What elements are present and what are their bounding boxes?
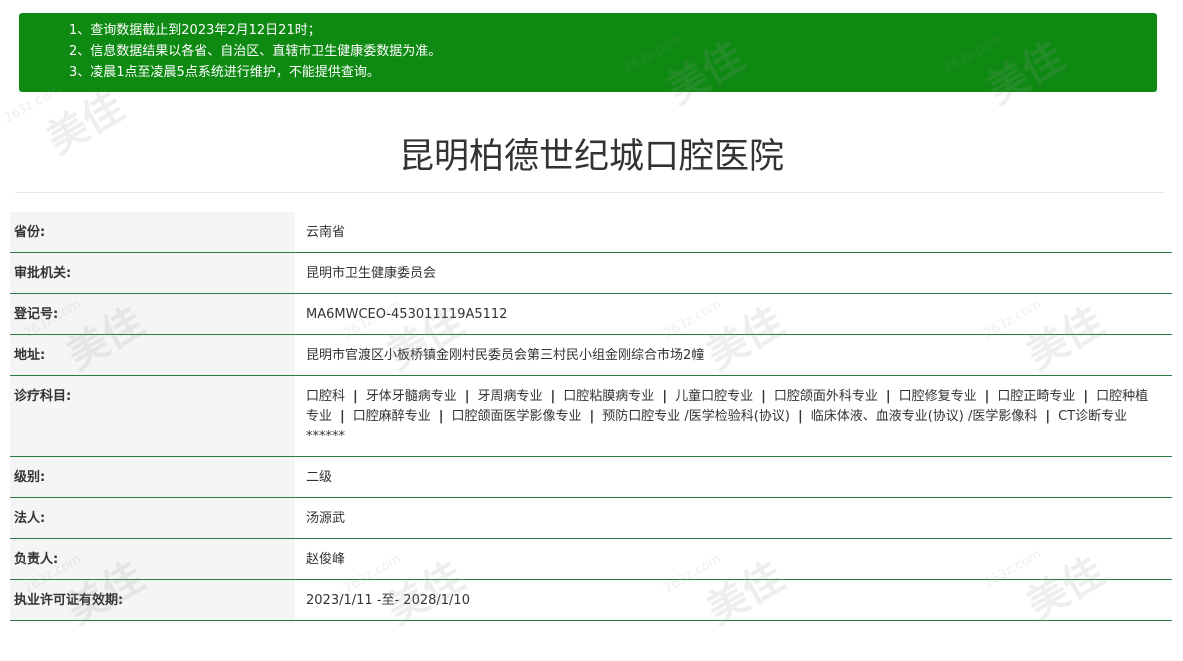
detail-value: 云南省 <box>295 212 1172 252</box>
row-registration-number: 登记号: MA6MWCEO-453011119A5112 <box>10 294 1172 335</box>
subject-separator: | <box>464 389 470 404</box>
details-table: 省份: 云南省 审批机关: 昆明市卫生健康委员会 登记号: MA6MWCEO-4… <box>10 212 1172 621</box>
subject-separator: | <box>1083 389 1089 404</box>
subject-separator: | <box>438 409 444 424</box>
detail-value: 2023/1/11 -至- 2028/1/10 <box>295 580 1172 620</box>
notice-line: 2、信息数据结果以各省、自治区、直辖市卫生健康委数据为准。 <box>69 44 442 59</box>
subject-item: 口腔修复专业 <box>898 389 977 404</box>
subject-separator: | <box>885 389 891 404</box>
detail-label: 地址: <box>10 335 295 375</box>
detail-value: 二级 <box>295 457 1172 497</box>
subject-item: 儿童口腔专业 <box>675 389 754 404</box>
detail-label: 执业许可证有效期: <box>10 580 295 620</box>
subject-item: 口腔麻醉专业 <box>352 409 431 424</box>
row-license-validity: 执业许可证有效期: 2023/1/11 -至- 2028/1/10 <box>10 580 1172 621</box>
subject-separator: | <box>353 389 358 404</box>
subject-item: 临床体液、血液专业(协议) /医学影像科 <box>810 409 1038 424</box>
subject-item: 牙体牙髓病专业 <box>365 389 457 404</box>
subjects-value: 口腔科 | 牙体牙髓病专业 | 牙周病专业 | 口腔粘膜病专业 | 儿童口腔专业 | 口腔颌面外科专… <box>295 376 1172 456</box>
subject-item: 口腔颌面外科专业 <box>773 389 878 404</box>
subject-separator: | <box>550 389 556 404</box>
subject-item: 口腔正畸专业 <box>997 389 1076 404</box>
detail-label: 法人: <box>10 498 295 538</box>
page-title: 昆明柏德世纪城口腔医院 <box>398 137 784 177</box>
row-level: 级别: 二级 <box>10 457 1172 498</box>
subject-separator: | <box>589 409 595 424</box>
subject-separator: | <box>797 409 803 424</box>
detail-value: MA6MWCEO-453011119A5112 <box>295 294 1172 334</box>
row-person-in-charge: 负责人: 赵俊峰 <box>10 539 1172 580</box>
notice-line: 3、凌晨1点至凌晨5点系统进行维护，不能提供查询。 <box>69 65 380 80</box>
detail-label: 登记号: <box>10 294 295 334</box>
subject-item: 口腔颌面医学影像专业 <box>451 409 582 424</box>
notice-banner: 1、查询数据截止到2023年2月12日21时； 2、信息数据结果以各省、自治区、… <box>19 13 1157 92</box>
subject-item: 预防口腔专业 /医学检验科(协议) <box>602 409 790 424</box>
detail-label: 审批机关: <box>10 253 295 293</box>
row-subjects: 诊疗科目: 口腔科 | 牙体牙髓病专业 | 牙周病专业 | 口腔粘膜病专业 | 儿童口腔专业 | 口… <box>10 376 1172 457</box>
detail-value: 汤源武 <box>295 498 1172 538</box>
detail-value: 昆明市卫生健康委员会 <box>295 253 1172 293</box>
subject-item: 口腔科 <box>306 389 346 404</box>
detail-value: 昆明市官渡区小板桥镇金刚村民委员会第三村民小组金刚综合市场2幢 <box>295 335 1172 375</box>
row-province: 省份: 云南省 <box>10 212 1172 253</box>
subject-item: 口腔粘膜病专业 <box>563 389 655 404</box>
detail-value: 赵俊峰 <box>295 539 1172 579</box>
subject-item: 牙周病专业 <box>477 389 543 404</box>
title-divider <box>15 192 1165 193</box>
notice-line: 1、查询数据截止到2023年2月12日21时； <box>69 23 321 38</box>
row-address: 地址: 昆明市官渡区小板桥镇金刚村民委员会第三村民小组金刚综合市场2幢 <box>10 335 1172 376</box>
row-legal-person: 法人: 汤源武 <box>10 498 1172 539</box>
subject-separator: | <box>662 389 668 404</box>
detail-label: 省份: <box>10 212 295 252</box>
subject-separator: | <box>984 389 990 404</box>
subject-separator: | <box>1045 409 1051 424</box>
row-approval-authority: 审批机关: 昆明市卫生健康委员会 <box>10 253 1172 294</box>
subject-separator: | <box>761 389 766 404</box>
detail-label: 诊疗科目: <box>10 376 295 456</box>
detail-label: 负责人: <box>10 539 295 579</box>
subject-separator: | <box>340 409 345 424</box>
detail-label: 级别: <box>10 457 295 497</box>
